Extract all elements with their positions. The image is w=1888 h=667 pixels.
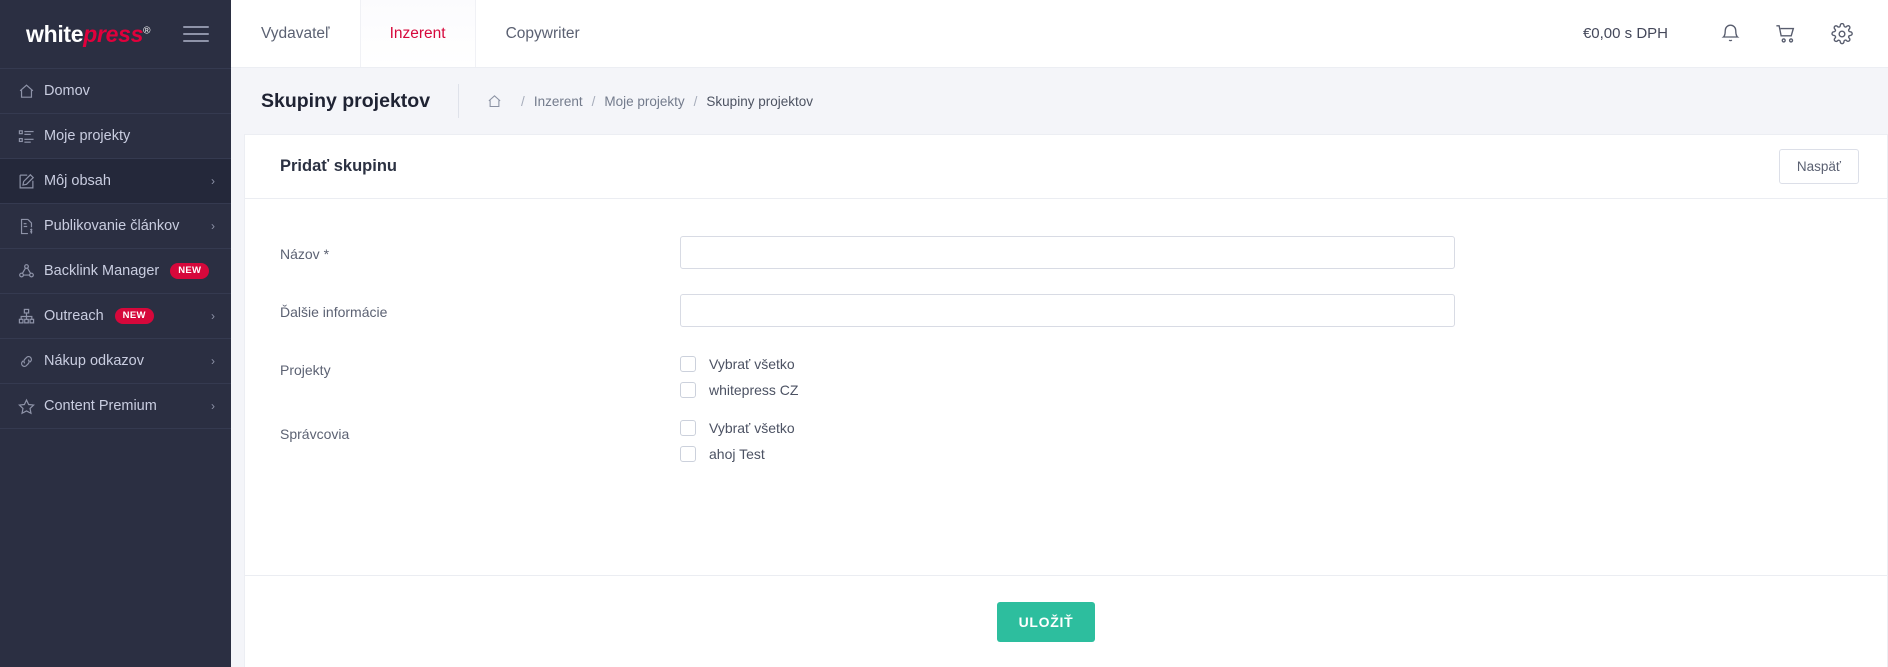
breadcrumb-separator: / — [521, 93, 525, 109]
checkbox-icon[interactable] — [680, 356, 696, 372]
name-label: Názov * — [280, 246, 330, 262]
chevron-right-icon: › — [211, 309, 215, 323]
card-body: Názov * Ďalšie informácie Projekty Vybra… — [245, 199, 1887, 575]
card-title: Pridať skupinu — [280, 157, 398, 175]
hamburger-menu-icon[interactable] — [183, 26, 209, 42]
logo-registered-mark: ® — [143, 24, 151, 36]
header-divider — [458, 84, 460, 118]
chevron-right-icon: › — [211, 399, 215, 413]
link-icon — [18, 353, 44, 370]
home-icon — [18, 83, 44, 100]
logo-press-text: press — [83, 20, 144, 47]
star-icon — [18, 398, 44, 415]
checkbox-row-select-all-projects[interactable]: Vybrať všetko — [680, 356, 1455, 372]
form-row-managers: Správcovia Vybrať všetko ahoj Test — [280, 416, 1852, 462]
breadcrumb-separator: / — [693, 93, 698, 109]
hamburger-line — [183, 33, 209, 35]
list-icon — [18, 128, 44, 145]
sidebar-item-outreach[interactable]: Outreach NEW › — [0, 294, 231, 339]
name-input[interactable] — [680, 236, 1455, 269]
breadcrumb: / Inzerent / Moje projekty / Skupiny pro… — [487, 94, 813, 109]
back-button[interactable]: Naspäť — [1778, 149, 1859, 184]
sitemap-icon — [18, 308, 44, 325]
chevron-right-icon: › — [211, 174, 215, 188]
sidebar-item-label: Domov — [44, 83, 90, 99]
home-icon[interactable] — [487, 94, 502, 109]
tab-copywriter[interactable]: Copywriter — [476, 0, 610, 67]
content-area: Pridať skupinu Naspäť Názov * Ďalšie inf… — [231, 134, 1888, 667]
bell-icon[interactable] — [1702, 0, 1758, 68]
chevron-right-icon: › — [211, 354, 215, 368]
tab-vydavatel[interactable]: Vydavateľ — [231, 0, 360, 67]
sidebar-nav: Domov Moje projekty Môj obsah › Publikov… — [0, 68, 231, 429]
checkbox-row-select-all-managers[interactable]: Vybrať všetko — [680, 420, 1455, 436]
main-area: Vydavateľ Inzerent Copywriter €0,00 s DP… — [231, 0, 1888, 667]
managers-label: Správcovia — [280, 426, 350, 442]
sidebar-item-publikovanie-clankov[interactable]: Publikovanie článkov › — [0, 204, 231, 249]
chevron-right-icon: › — [211, 219, 215, 233]
breadcrumb-item-inzerent[interactable]: Inzerent — [534, 94, 583, 109]
save-button[interactable]: ULOŽIŤ — [996, 601, 1096, 642]
projects-label: Projekty — [280, 362, 331, 378]
balance-amount: €0,00 s DPH — [1582, 25, 1668, 42]
page-header: Skupiny projektov / Inzerent / Moje proj… — [231, 68, 1888, 134]
additional-info-input[interactable] — [680, 294, 1455, 327]
checkbox-label: ahoj Test — [709, 446, 765, 462]
sidebar-item-moj-obsah[interactable]: Môj obsah › — [0, 159, 231, 204]
gear-icon[interactable] — [1814, 0, 1870, 68]
edit-icon — [18, 173, 44, 190]
breadcrumb-item-moje-projekty[interactable]: Moje projekty — [604, 94, 684, 109]
sidebar-item-moje-projekty[interactable]: Moje projekty — [0, 114, 231, 159]
sidebar-item-label: Outreach — [44, 308, 104, 324]
checkbox-icon[interactable] — [680, 382, 696, 398]
checkbox-label: Vybrať všetko — [709, 420, 795, 436]
sidebar-item-content-premium[interactable]: Content Premium › — [0, 384, 231, 429]
add-group-card: Pridať skupinu Naspäť Názov * Ďalšie inf… — [244, 134, 1888, 667]
status-badge-new: NEW — [170, 263, 210, 279]
logo-white-text: white — [26, 20, 84, 47]
checkbox-icon[interactable] — [680, 420, 696, 436]
top-bar-actions: €0,00 s DPH — [1583, 0, 1888, 67]
card-footer: ULOŽIŤ — [245, 575, 1887, 667]
sidebar-item-label: Moje projekty — [44, 128, 131, 144]
sidebar-item-label: Content Premium — [44, 398, 157, 414]
backlink-icon — [18, 263, 44, 280]
sidebar-header: whitepress® — [0, 0, 231, 68]
name-field-wrapper — [680, 236, 1455, 269]
top-bar: Vydavateľ Inzerent Copywriter €0,00 s DP… — [231, 0, 1888, 68]
sidebar: whitepress® Domov Moje projekty Môj obsa… — [0, 0, 231, 667]
sidebar-item-label: Nákup odkazov — [44, 353, 144, 369]
checkbox-row-project-whitepress-cz[interactable]: whitepress CZ — [680, 382, 1455, 398]
additional-info-field-wrapper — [680, 294, 1455, 327]
additional-info-label: Ďalšie informácie — [280, 304, 388, 320]
form-row-additional-info: Ďalšie informácie — [280, 294, 1852, 327]
page-title: Skupiny projektov — [261, 89, 431, 112]
whitepress-logo[interactable]: whitepress® — [26, 20, 151, 47]
hamburger-line — [183, 40, 209, 42]
cart-icon[interactable] — [1758, 0, 1814, 68]
sidebar-item-label: Backlink Manager — [44, 263, 160, 279]
app-root: whitepress® Domov Moje projekty Môj obsa… — [0, 0, 1888, 667]
sidebar-item-backlink-manager[interactable]: Backlink Manager NEW — [0, 249, 231, 294]
card-header: Pridať skupinu Naspäť — [245, 135, 1887, 199]
breadcrumb-item-current: Skupiny projektov — [706, 93, 813, 109]
checkbox-label: whitepress CZ — [709, 382, 799, 398]
checkbox-label: Vybrať všetko — [709, 356, 795, 372]
form-row-name: Názov * — [280, 236, 1852, 269]
breadcrumb-separator: / — [591, 93, 596, 109]
sidebar-item-domov[interactable]: Domov — [0, 69, 231, 114]
top-navigation: Vydavateľ Inzerent Copywriter — [231, 0, 610, 67]
form-row-projects: Projekty Vybrať všetko whitepress CZ — [280, 352, 1852, 398]
checkbox-row-manager-ahoj-test[interactable]: ahoj Test — [680, 446, 1455, 462]
checkbox-icon[interactable] — [680, 446, 696, 462]
document-dollar-icon — [18, 218, 44, 235]
sidebar-item-label: Publikovanie článkov — [44, 218, 180, 234]
status-badge-new: NEW — [114, 308, 154, 324]
sidebar-item-nakup-odkazov[interactable]: Nákup odkazov › — [0, 339, 231, 384]
hamburger-line — [183, 26, 209, 28]
sidebar-item-label: Môj obsah — [44, 173, 111, 189]
managers-checkbox-group: Vybrať všetko ahoj Test — [680, 416, 1455, 462]
projects-checkbox-group: Vybrať všetko whitepress CZ — [680, 352, 1455, 398]
tab-inzerent[interactable]: Inzerent — [359, 0, 476, 67]
